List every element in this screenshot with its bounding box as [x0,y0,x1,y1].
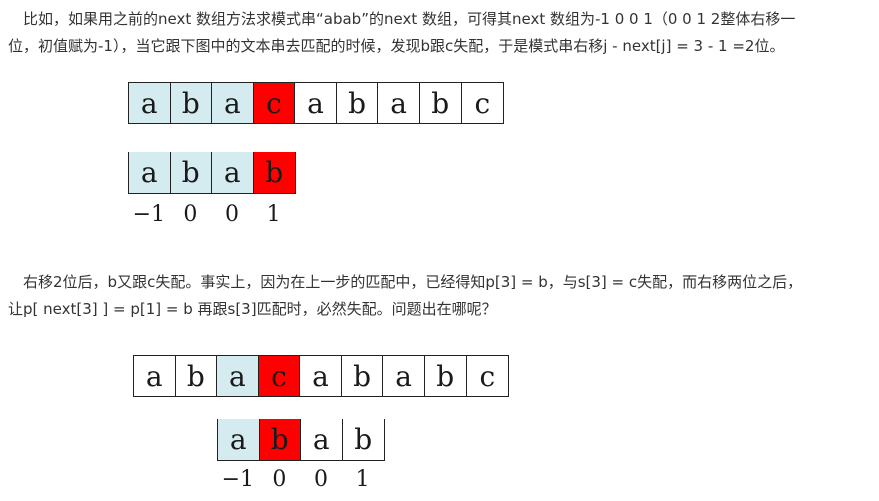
text-1-cell-8: c [461,83,504,123]
text-2-cell-7: b [424,356,467,396]
next-2-value-3: 1 [355,467,370,492]
text-1-cell-7: b [419,83,462,123]
text-string-row-1: abacababc [128,82,504,124]
pattern-1-cell-1: b [170,152,212,193]
text-2-cell-5: b [341,356,384,396]
text-1-cell-3: c [253,83,296,123]
text-2-cell-8: c [466,356,509,396]
paragraph-1-line-1: 比如，如果用之前的next 数组方法求模式串“abab”的next 数组，可得其… [8,10,796,28]
text-1-cell-5: b [336,83,379,123]
text-2-cell-4: a [300,356,342,396]
next-1-value-2: 0 [224,202,239,227]
pattern-1-cell-2: a [212,152,254,193]
next-1-value-3: 1 [266,202,281,227]
text-2-cell-6: a [383,356,425,396]
paragraph-1: 比如，如果用之前的next 数组方法求模式串“abab”的next 数组，可得其… [8,6,870,60]
paragraph-1-line-2: 位，初值赋为-1），当它跟下图中的文本串去匹配的时候，发现b跟c失配，于是模式串… [8,37,785,55]
pattern-1-cell-0: a [129,152,171,193]
pattern-1-cell-3: b [253,152,295,193]
text-2-cell-3: c [258,356,301,396]
pattern-2-cell-0: a [218,419,260,460]
text-string-row-2: abacababc [133,355,509,397]
next-2-value-2: 0 [313,467,328,492]
pattern-2-cell-1: b [259,419,301,460]
next-2-value-0: −1 [221,467,255,492]
paragraph-2-line-2: 让p[ next[3] ] = p[1] = b 再跟s[3]匹配时，必然失配。… [8,300,497,318]
pattern-string-row-1: abab [128,152,296,194]
text-2-cell-1: b [175,356,218,396]
text-2-cell-0: a [134,356,176,396]
next-1-value-1: 0 [183,202,198,227]
paragraph-2: 右移2位后，b又跟c失配。事实上，因为在上一步的匹配中，已经得知p[3] = b… [8,269,870,323]
next-2-value-1: 0 [272,467,287,492]
paragraph-2-line-1: 右移2位后，b又跟c失配。事实上，因为在上一步的匹配中，已经得知p[3] = b… [8,273,803,291]
text-1-cell-1: b [170,83,213,123]
pattern-2-cell-2: a [301,419,343,460]
text-1-cell-6: a [378,83,420,123]
pattern-2-cell-3: b [342,419,384,460]
pattern-string-row-2: abab [217,419,385,461]
next-array-row-1: −1 0 0 1 [128,202,294,227]
text-1-cell-2: a [212,83,254,123]
text-2-cell-2: a [217,356,259,396]
next-1-value-0: −1 [132,202,166,227]
text-1-cell-0: a [129,83,171,123]
text-1-cell-4: a [295,83,337,123]
next-array-row-2: −1 0 0 1 [217,467,383,492]
